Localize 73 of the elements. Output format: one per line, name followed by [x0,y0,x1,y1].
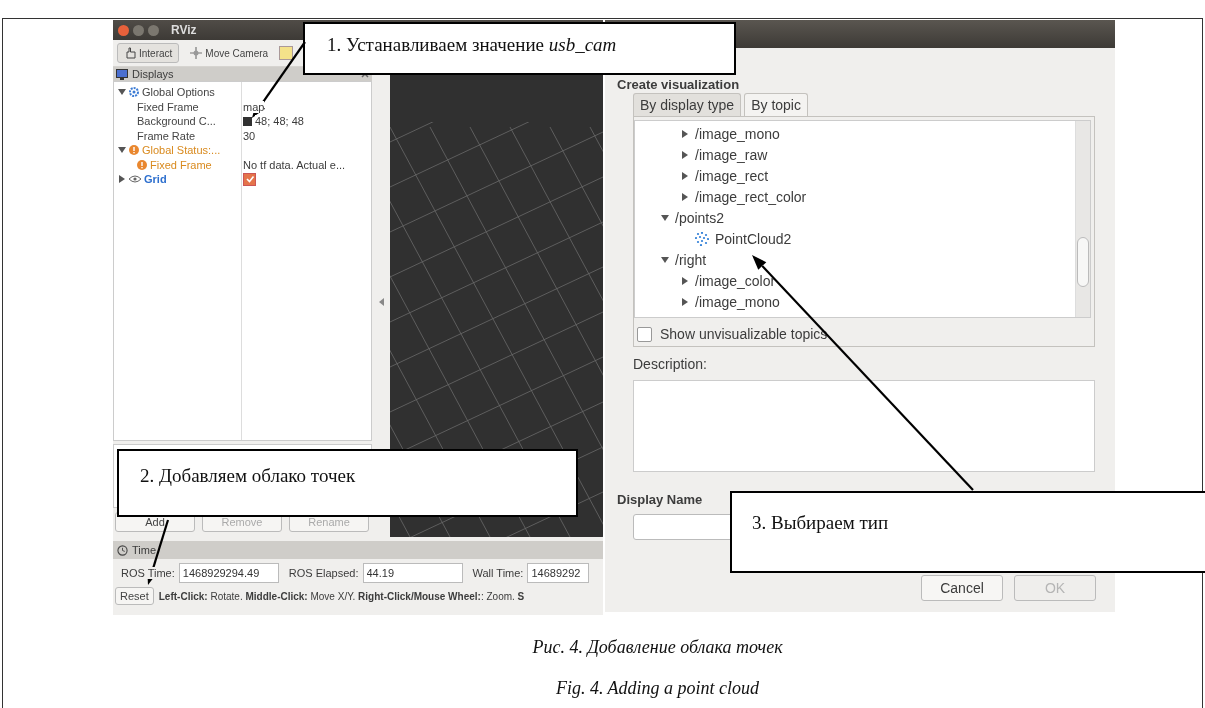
display-name-label: Display Name [617,492,704,507]
checkbox-label[interactable]: Show unvisualizable topics [660,326,828,342]
property-value[interactable]: 48; 48; 48 [255,115,304,128]
scrollbar[interactable] [1075,121,1090,317]
reset-button[interactable]: Reset [115,587,154,605]
figure-caption: Рис. 4. Добавление облака точек [532,637,783,658]
checkbox[interactable] [637,326,652,342]
warning-icon [129,145,139,156]
tab[interactable]: By display type [633,93,742,116]
topic-item[interactable]: /points2 [675,209,725,226]
figure-caption: Fig. 4. Adding a point cloud [555,678,760,699]
property-name[interactable]: Grid [144,173,167,186]
topic-item[interactable]: /image_mono [695,293,780,310]
tool-button[interactable]: Move Camera [183,43,276,63]
field-label: ROS Time: [121,567,175,579]
collapsed-triangle-icon[interactable] [118,175,126,184]
panel-title: Time [132,544,157,556]
expanded-triangle-icon[interactable] [661,255,669,264]
collapsed-triangle-icon[interactable] [681,150,689,159]
callout-text: 3. Выбираем тип [752,512,889,533]
camera-move-icon [190,47,203,59]
callout-text: 1. Устанавливаем значение usb_cam [327,34,617,55]
property-value[interactable]: No tf data. Actual e... [243,158,346,171]
topic-item[interactable]: /image_color [695,272,776,289]
tab[interactable]: By topic [744,93,808,116]
time-field[interactable]: 44.19 [362,563,463,583]
expanded-triangle-icon[interactable] [661,213,669,222]
callout-text: 2. Добавляем облако точек [140,465,356,486]
checkbox[interactable] [243,172,256,186]
description-label: Description: [633,356,708,372]
topic-item[interactable]: PointCloud2 [715,230,792,247]
color-swatch[interactable] [243,116,252,126]
point-cloud-icon [695,231,709,246]
expanded-triangle-icon[interactable] [118,88,126,97]
topic-item[interactable]: /right [675,251,707,268]
topic-item[interactable]: /image_rect_color [695,188,807,205]
property-name[interactable]: Fixed Frame [137,100,199,113]
time-field[interactable]: 14689292 [527,563,590,583]
clock-icon [117,544,128,556]
warning-icon [137,159,147,170]
property-value[interactable]: map [243,100,265,113]
maximize-button[interactable] [148,24,159,36]
field-label: ROS Elapsed: [288,567,359,579]
collapsed-triangle-icon[interactable] [681,276,689,285]
topic-item[interactable]: /image_raw [695,146,768,163]
eye-icon [129,175,141,184]
collapse-arrow-icon[interactable] [378,298,384,306]
collapsed-triangle-icon[interactable] [681,129,689,138]
collapsed-triangle-icon[interactable] [681,192,689,201]
property-name[interactable]: Global Options [142,86,215,99]
topic-item[interactable]: /image_mono [695,125,780,142]
collapsed-triangle-icon[interactable] [681,171,689,180]
property-name[interactable]: Frame Rate [137,129,196,142]
property-name[interactable]: Background C... [137,115,216,128]
expanded-triangle-icon[interactable] [118,146,126,155]
time-field[interactable]: 1468929294.49 [178,563,279,583]
dialog-button[interactable]: Cancel [921,575,1003,601]
property-value[interactable]: 30 [243,129,256,142]
minimize-button[interactable] [133,24,144,36]
scroll-thumb[interactable] [1077,237,1089,287]
window-title: RViz [171,23,197,37]
dialog-heading: Create visualization [617,77,741,92]
hand-pointer-icon [124,47,136,59]
panel-title: Displays [132,68,174,80]
gear-icon [129,87,139,98]
close-button[interactable] [118,24,129,36]
field-label: Wall Time: [472,567,524,579]
monitor-icon [116,68,128,80]
tool-button[interactable]: Interact [117,43,180,63]
note-icon[interactable] [279,46,294,60]
topic-item[interactable]: /image_rect [695,167,769,184]
mouse-hint-text: Left-Click: Rotate. Middle-Click: Move X/Y. Right-Click/Mouse Wheel:: Zoom. S [158,590,525,602]
collapsed-triangle-icon[interactable] [681,297,689,306]
